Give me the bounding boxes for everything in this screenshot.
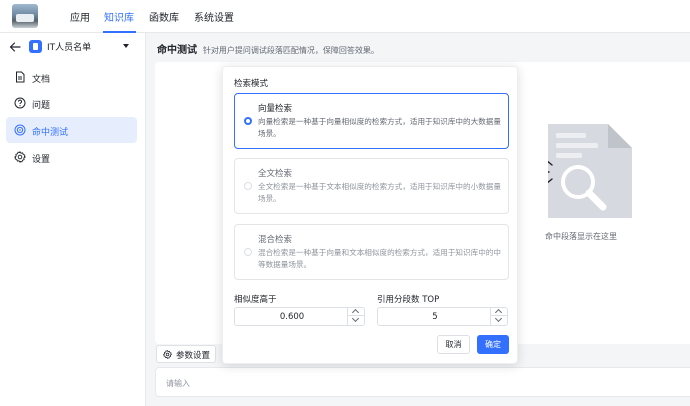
- similarity-value[interactable]: 0.600: [235, 312, 349, 322]
- sidebar-item-questions[interactable]: 问题: [6, 90, 137, 116]
- mode-option-hybrid[interactable]: 混合检索 混合检索是一种基于向量和文本相似度的检索方式，适用于知识库中的中等数据…: [234, 224, 509, 280]
- mode-option-vector[interactable]: 向量检索 向量检索是一种基于向量相似度的检索方式，适用于知识库中的大数据量场景。: [234, 93, 509, 149]
- page-description: 针对用户提问调试段落匹配情况，保障回答效果。: [202, 46, 379, 55]
- arrow-left-icon[interactable]: [9, 41, 21, 53]
- sidebar-item-settings[interactable]: 设置: [6, 144, 137, 170]
- gear-icon: [163, 350, 172, 359]
- mode-option-fulltext[interactable]: 全文检索 全文检索是一种基于文本相似度的检索方式，适用于知识库中的小数据量场景。: [234, 158, 509, 214]
- page-title: 命中测试: [157, 45, 197, 56]
- mode-title: 向量检索: [258, 104, 293, 114]
- parameter-settings-popover: 检索模式 向量检索 向量检索是一种基于向量相似度的检索方式，适用于知识库中的大数…: [222, 66, 518, 364]
- document-icon: [16, 71, 25, 83]
- top-n-stepper[interactable]: 5: [377, 307, 508, 326]
- stepper-controls: [347, 308, 364, 325]
- similarity-stepper[interactable]: 0.600: [234, 307, 365, 326]
- confirm-button[interactable]: 确定: [477, 335, 509, 354]
- top-n-value[interactable]: 5: [378, 312, 492, 322]
- similarity-label: 相似度高于: [234, 295, 277, 305]
- radio-selected[interactable]: [244, 117, 252, 125]
- nav-tab-functions[interactable]: 函数库: [149, 9, 179, 24]
- mode-description: 向量检索是一种基于向量相似度的检索方式，适用于知识库中的大数据量场景。: [258, 117, 501, 138]
- top-n-label: 引用分段数 TOP: [377, 295, 440, 305]
- chevron-down-icon[interactable]: [348, 316, 364, 324]
- mode-description: 全文检索是一种基于文本相似度的检索方式，适用于知识库中的小数据量场景。: [258, 182, 501, 203]
- question-circle-icon: [14, 97, 26, 109]
- empty-search-document-icon: [548, 124, 632, 218]
- stepper-controls: [490, 308, 507, 325]
- question-input-box: [155, 367, 690, 397]
- app-logo[interactable]: [12, 4, 38, 28]
- chevron-down-icon[interactable]: [491, 316, 507, 324]
- chevron-down-icon[interactable]: [123, 44, 129, 48]
- empty-state-text: 命中段落显示在这里: [545, 232, 617, 241]
- retrieval-mode-label: 检索模式: [234, 79, 269, 89]
- sidebar-item-hit-test[interactable]: 命中测试: [6, 117, 137, 143]
- gear-icon: [14, 151, 26, 163]
- mode-description: 混合检索是一种基于向量和文本相似度的检索方式，适用于知识库中的中等数据量场景。: [258, 248, 501, 269]
- question-input[interactable]: [166, 375, 666, 391]
- radio-unselected[interactable]: [244, 182, 252, 190]
- cancel-button[interactable]: 取消: [437, 335, 470, 354]
- sidebar-item-label: 文档: [32, 75, 51, 85]
- top-nav: 应用 知识库 函数库 系统设置: [0, 0, 690, 33]
- sidebar: IT人员名单 文档 问题 命中测试 设置: [0, 33, 146, 406]
- mode-title: 混合检索: [258, 235, 293, 245]
- nav-tab-settings[interactable]: 系统设置: [194, 9, 234, 24]
- mode-title: 全文检索: [258, 169, 293, 179]
- page-header: 命中测试 针对用户提问调试段落匹配情况，保障回答效果。: [157, 41, 379, 56]
- nav-tab-apps[interactable]: 应用: [70, 9, 90, 24]
- kb-title: IT人员名单: [47, 43, 92, 53]
- sidebar-item-label: 命中测试: [32, 128, 69, 138]
- sidebar-item-label: 设置: [32, 155, 51, 165]
- knowledge-base-icon: [29, 40, 42, 53]
- target-icon: [14, 124, 26, 136]
- parameter-settings-button[interactable]: 参数设置: [156, 345, 216, 363]
- sidebar-item-label: 问题: [32, 101, 51, 111]
- parameter-settings-label: 参数设置: [176, 351, 211, 361]
- nav-tab-knowledge[interactable]: 知识库: [104, 9, 134, 24]
- radio-unselected[interactable]: [244, 248, 252, 256]
- sidebar-item-documents[interactable]: 文档: [6, 64, 137, 90]
